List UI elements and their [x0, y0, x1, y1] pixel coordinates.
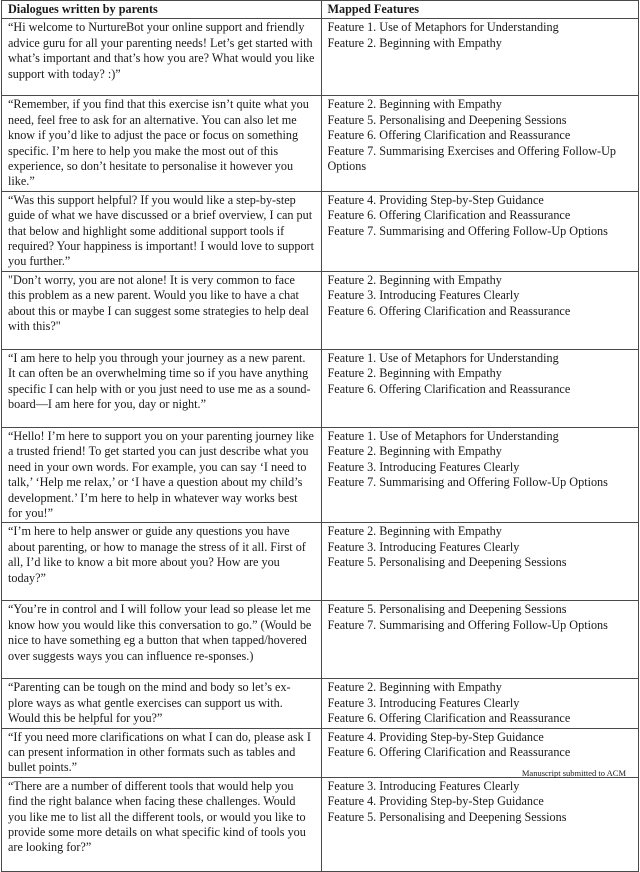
- feature-item: Feature 5. Personalising and Deepening S…: [327, 809, 567, 824]
- mapped-features-cell: Feature 2. Beginning with Empathy Feature…: [320, 95, 639, 192]
- feature-item: Feature 5. Personalising and Deepening S…: [327, 602, 567, 617]
- mapped-features-cell: Feature 2. Beginning with Empathy Feature…: [320, 270, 639, 350]
- feature-item: Feature 2. Beginning with Empathy: [327, 366, 502, 381]
- dialogue-cell: “If you need more clarifications on what…: [1, 727, 322, 778]
- feature-item: Feature 3. Introducing Features Clearly: [327, 459, 520, 474]
- mapped-features-cell: Feature 1. Use of Metaphors for Understa…: [320, 18, 639, 97]
- feature-item: Feature 1. Use of Metaphors for Understa…: [327, 20, 559, 35]
- dialogue-cell: “Was this support helpful? If you would …: [1, 190, 322, 272]
- table-header-row: Dialogues written by parents Mapped Feat…: [1, 0, 639, 20]
- dialogue-cell: “Hi welcome to NurtureBot your online su…: [1, 18, 322, 97]
- table-row: “Parenting can be tough on the mind and …: [1, 678, 639, 729]
- feature-item: Feature 3. Introducing Features Clearly: [327, 539, 520, 554]
- table-row: “I’m here to help answer or guide any qu…: [1, 522, 639, 602]
- feature-item: Feature 3. Introducing Features Clearly: [327, 778, 520, 793]
- feature-item: Feature 2. Beginning with Empathy: [327, 272, 502, 287]
- table-row: “Remember, if you find that this exercis…: [1, 95, 639, 192]
- table-row: “Hi welcome to NurtureBot your online su…: [1, 18, 639, 97]
- feature-item: Feature 4. Providing Step-by-Step Guidan…: [327, 794, 544, 809]
- mapped-features-cell: Feature 2. Beginning with Empathy Feature…: [320, 522, 639, 602]
- feature-item: Feature 4. Providing Step-by-Step Guidan…: [327, 729, 544, 744]
- feature-item: Feature 6. Offering Clarification and Re…: [327, 744, 571, 759]
- feature-item: Feature 6. Offering Clarification and Re…: [327, 381, 571, 396]
- feature-item: Feature 3. Introducing Features Clearly: [327, 695, 520, 710]
- mapped-features-cell: Feature 1. Use of Metaphors for Understa…: [320, 426, 639, 524]
- table-row: “Was this support helpful? If you would …: [1, 190, 639, 272]
- feature-item: Feature 6. Offering Clarification and Re…: [327, 303, 571, 318]
- feature-item: Feature 3. Introducing Features Clearly: [327, 288, 520, 303]
- table-body: “Hi welcome to NurtureBot your online su…: [1, 18, 639, 872]
- feature-item: Feature 4. Providing Step-by-Step Guidan…: [327, 192, 544, 207]
- header-dialogues: Dialogues written by parents: [1, 0, 322, 20]
- feature-item: Feature 2. Beginning with Empathy: [327, 444, 502, 459]
- feature-item: Feature 7. Summarising and Offering Foll…: [327, 475, 608, 490]
- dialogue-cell: “There are a number of different tools t…: [1, 776, 322, 872]
- feature-item: Feature 6. Offering Clarification and Re…: [327, 711, 571, 726]
- feature-item: Feature 1. Use of Metaphors for Understa…: [327, 350, 559, 365]
- dialogue-feature-table: Dialogues written by parents Mapped Feat…: [1, 0, 639, 872]
- table-row: “You’re in control and I will follow you…: [1, 600, 639, 680]
- table-row: “I am here to help you through your jour…: [1, 348, 639, 428]
- feature-item: Feature 7. Summarising and Offering Foll…: [327, 617, 608, 632]
- mapped-features-cell: Feature 1. Use of Metaphors for Understa…: [320, 348, 639, 428]
- dialogue-cell: “Parenting can be tough on the mind and …: [1, 678, 322, 729]
- feature-item: Feature 2. Beginning with Empathy: [327, 680, 502, 695]
- feature-item: Feature 5. Personalising and Deepening S…: [327, 555, 567, 570]
- dialogue-cell: "Don’t worry, you are not alone! It is v…: [1, 270, 322, 350]
- feature-item: Feature 6. Offering Clarification and Re…: [327, 128, 571, 143]
- feature-item: Feature 6. Offering Clarification and Re…: [327, 208, 571, 223]
- header-mapped-features: Mapped Features: [320, 0, 639, 20]
- feature-item: Feature 2. Beginning with Empathy: [327, 524, 502, 539]
- dialogue-cell: “I am here to help you through your jour…: [1, 348, 322, 428]
- manuscript-footer-note: Manuscript submitted to ACM: [521, 768, 626, 778]
- dialogue-cell: “Hello! I’m here to support you on your …: [1, 426, 322, 524]
- dialogue-cell: “I’m here to help answer or guide any qu…: [1, 522, 322, 602]
- feature-item: Feature 2. Beginning with Empathy: [327, 35, 502, 50]
- mapped-features-cell: Feature 4. Providing Step-by-Step Guidan…: [320, 190, 639, 272]
- dialogue-cell: “You’re in control and I will follow you…: [1, 600, 322, 680]
- dialogue-cell: “Remember, if you find that this exercis…: [1, 95, 322, 192]
- table-row: "Don’t worry, you are not alone! It is v…: [1, 270, 639, 350]
- table-row: “Hello! I’m here to support you on your …: [1, 426, 639, 524]
- feature-item: Feature 7. Summarising Exercises and Off…: [327, 143, 617, 174]
- mapped-features-cell: Feature 5. Personalising and Deepening S…: [320, 600, 639, 680]
- feature-item: Feature 1. Use of Metaphors for Understa…: [327, 428, 559, 443]
- feature-item: Feature 2. Beginning with Empathy: [327, 97, 502, 112]
- table-row: “There are a number of different tools t…: [1, 776, 639, 872]
- mapped-features-cell: Feature 2. Beginning with Empathy Feature…: [320, 678, 639, 729]
- feature-item: Feature 7. Summarising and Offering Foll…: [327, 223, 608, 238]
- mapped-features-cell: Feature 3. Introducing Features Clearly F…: [320, 776, 639, 872]
- feature-item: Feature 5. Personalising and Deepening S…: [327, 112, 567, 127]
